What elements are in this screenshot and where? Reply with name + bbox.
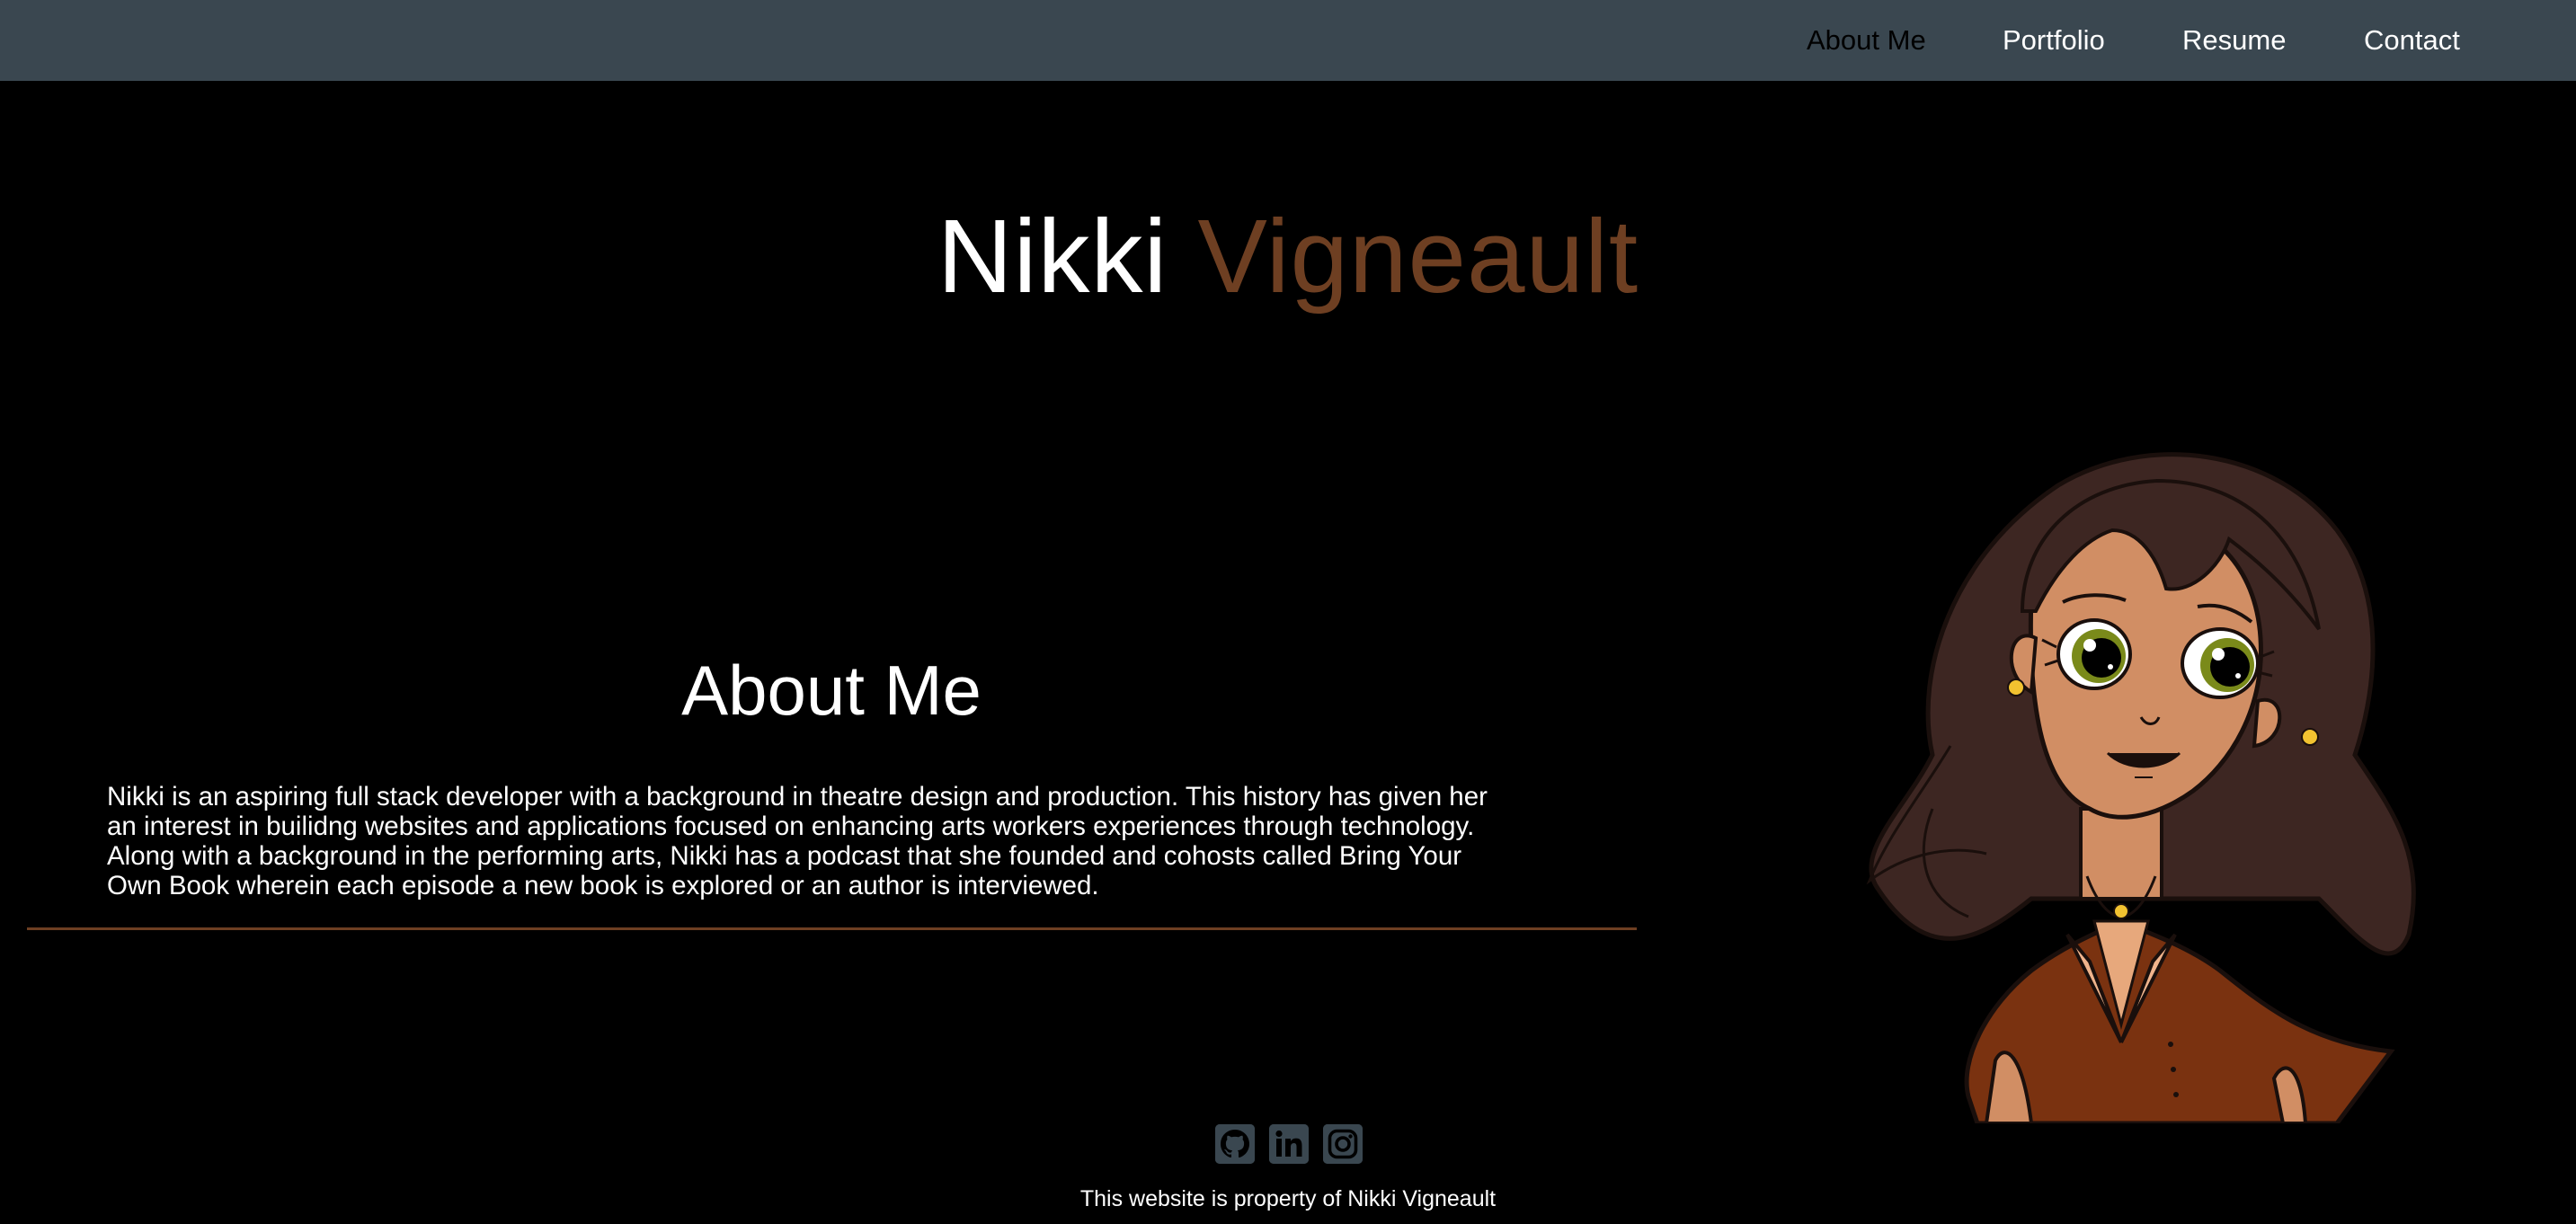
footer-copyright: This website is property of Nikki Vignea… bbox=[1079, 1186, 1497, 1211]
linkedin-link[interactable] bbox=[1269, 1124, 1309, 1164]
instagram-icon bbox=[1323, 1124, 1363, 1164]
github-link[interactable] bbox=[1215, 1124, 1255, 1164]
bio-paragraph: Along with a background in the performin… bbox=[107, 841, 1462, 900]
nav-link-resume[interactable]: Resume bbox=[2182, 23, 2286, 58]
nav-link-portfolio[interactable]: Portfolio bbox=[2003, 23, 2105, 58]
bio-paragraph: Nikki is an aspiring full stack develope… bbox=[107, 782, 1488, 841]
avatar-illustration bbox=[1866, 452, 2416, 1123]
instagram-link[interactable] bbox=[1323, 1124, 1363, 1164]
nav-link-contact[interactable]: Contact bbox=[2364, 23, 2460, 58]
site-title-last-name: Vigneault bbox=[1197, 198, 1639, 315]
site-title: Nikki Vigneault bbox=[0, 193, 2576, 319]
nav-link-about-me[interactable]: About Me bbox=[1807, 23, 1926, 58]
site-title-first-name: Nikki bbox=[937, 198, 1168, 315]
linkedin-icon bbox=[1269, 1124, 1309, 1164]
top-navbar: About Me Portfolio Resume Contact bbox=[0, 0, 2576, 81]
about-section-title: About Me bbox=[681, 651, 982, 730]
about-bio: Nikki is an aspiring full stack develope… bbox=[107, 782, 1509, 900]
section-divider bbox=[27, 927, 1637, 930]
github-icon bbox=[1215, 1124, 1255, 1164]
